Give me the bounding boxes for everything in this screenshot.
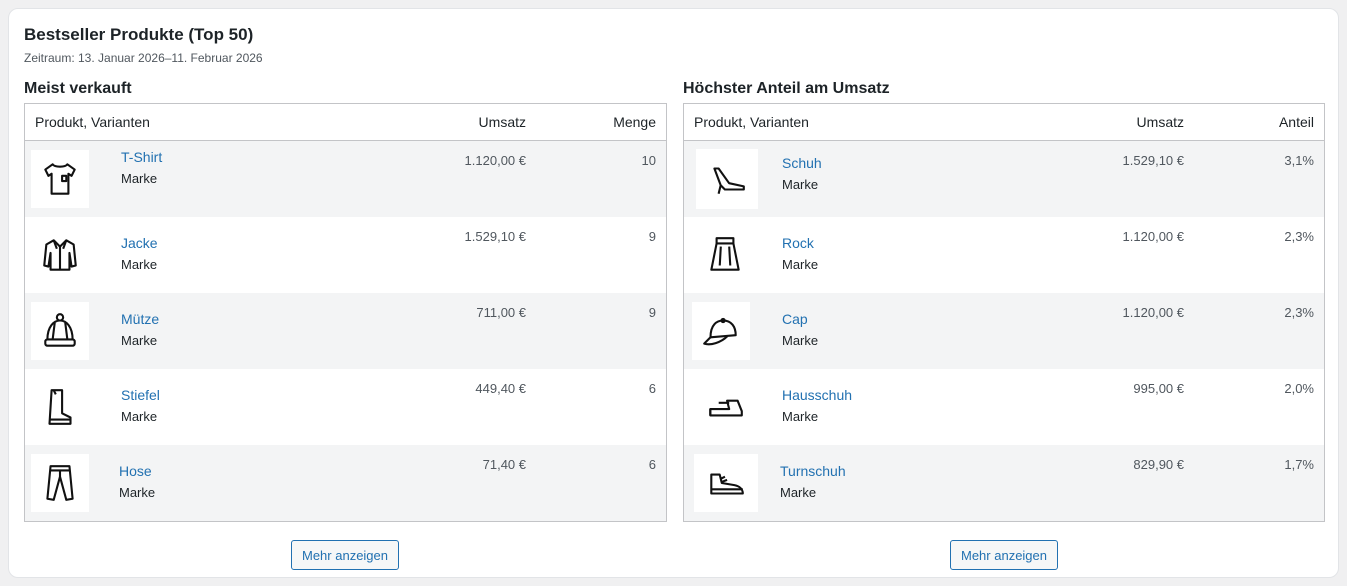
product-link[interactable]: Schuh bbox=[782, 155, 822, 171]
product-link[interactable]: Jacke bbox=[121, 235, 158, 251]
table-row: T-Shirt Marke 1.120,00 € 10 bbox=[25, 141, 666, 217]
share-value: 2,3% bbox=[1284, 305, 1314, 320]
share-value: 2,3% bbox=[1284, 229, 1314, 244]
cap-icon[interactable] bbox=[692, 302, 750, 360]
quantity-value: 10 bbox=[641, 153, 656, 168]
product-link[interactable]: T-Shirt bbox=[121, 149, 162, 165]
product-link[interactable]: Hose bbox=[119, 463, 155, 479]
beanie-icon[interactable] bbox=[31, 302, 89, 360]
table-row: Rock Marke 1.120,00 € 2,3% bbox=[684, 217, 1324, 293]
revenue-value: 71,40 € bbox=[482, 457, 526, 472]
date-range: Zeitraum: 13. Januar 2026–11. Februar 20… bbox=[24, 51, 263, 65]
revenue-value: 449,40 € bbox=[475, 381, 526, 396]
product-brand: Marke bbox=[121, 171, 158, 186]
share-value: 2,0% bbox=[1284, 381, 1314, 396]
product-brand: Marke bbox=[121, 409, 158, 424]
product-link[interactable]: Mütze bbox=[121, 311, 159, 327]
bestseller-card: Bestseller Produkte (Top 50) Zeitraum: 1… bbox=[8, 8, 1339, 578]
table-row: Turnschuh Marke 829,90 € 1,7% bbox=[684, 445, 1324, 521]
most-sold-table: Produkt, Varianten Umsatz Menge T-Shirt … bbox=[24, 103, 667, 522]
header-product: Produkt, Varianten bbox=[694, 114, 809, 130]
revenue-value: 1.120,00 € bbox=[464, 153, 526, 168]
revenue-share-table: Produkt, Varianten Umsatz Anteil Schuh M… bbox=[683, 103, 1325, 522]
table-header: Produkt, Varianten Umsatz Menge bbox=[25, 104, 666, 141]
revenue-value: 1.120,00 € bbox=[1122, 229, 1184, 244]
jacket-icon[interactable] bbox=[31, 226, 89, 284]
tshirt-icon[interactable] bbox=[31, 150, 89, 208]
table-row: Cap Marke 1.120,00 € 2,3% bbox=[684, 293, 1324, 369]
card-title: Bestseller Produkte (Top 50) bbox=[24, 25, 254, 44]
table-row: Mütze Marke 711,00 € 9 bbox=[25, 293, 666, 369]
header-quantity: Menge bbox=[613, 114, 656, 130]
pants-icon[interactable] bbox=[31, 454, 89, 512]
quantity-value: 9 bbox=[648, 305, 656, 320]
share-value: 3,1% bbox=[1284, 153, 1314, 168]
quantity-value: 6 bbox=[648, 381, 656, 396]
table-row: Hose Marke 71,40 € 6 bbox=[25, 445, 666, 521]
product-brand: Marke bbox=[782, 177, 819, 192]
skirt-icon[interactable] bbox=[696, 226, 754, 284]
panel-title: Höchster Anteil am Umsatz bbox=[683, 80, 890, 97]
header-share: Anteil bbox=[1278, 114, 1314, 130]
product-link[interactable]: Rock bbox=[782, 235, 818, 251]
product-brand: Marke bbox=[780, 485, 817, 500]
boot-icon[interactable] bbox=[31, 378, 89, 436]
product-link[interactable]: Cap bbox=[782, 311, 818, 327]
header-product: Produkt, Varianten bbox=[35, 114, 150, 130]
revenue-value: 829,90 € bbox=[1133, 457, 1184, 472]
quantity-value: 6 bbox=[648, 457, 656, 472]
most-sold-panel: Meist verkauft Produkt, Varianten Umsatz… bbox=[24, 79, 667, 570]
table-header: Produkt, Varianten Umsatz Anteil bbox=[684, 104, 1324, 141]
show-more-button[interactable]: Mehr anzeigen bbox=[291, 540, 399, 570]
sneaker-icon[interactable] bbox=[694, 454, 758, 512]
share-value: 1,7% bbox=[1284, 457, 1314, 472]
revenue-share-panel: Höchster Anteil am Umsatz Produkt, Varia… bbox=[683, 79, 1325, 570]
table-row: Stiefel Marke 449,40 € 6 bbox=[25, 369, 666, 445]
table-row: Schuh Marke 1.529,10 € 3,1% bbox=[684, 141, 1324, 217]
product-brand: Marke bbox=[782, 409, 819, 424]
panel-title: Meist verkauft bbox=[24, 80, 132, 97]
product-link[interactable]: Turnschuh bbox=[780, 463, 846, 479]
revenue-value: 1.120,00 € bbox=[1122, 305, 1184, 320]
header-revenue: Umsatz bbox=[478, 114, 526, 130]
revenue-value: 1.529,10 € bbox=[1122, 153, 1184, 168]
product-brand: Marke bbox=[782, 333, 819, 348]
table-row: Hausschuh Marke 995,00 € 2,0% bbox=[684, 369, 1324, 445]
quantity-value: 9 bbox=[648, 229, 656, 244]
product-link[interactable]: Hausschuh bbox=[782, 387, 852, 403]
high-heel-icon[interactable] bbox=[696, 149, 758, 209]
product-brand: Marke bbox=[782, 257, 819, 272]
slipper-icon[interactable] bbox=[696, 378, 754, 436]
show-more-button[interactable]: Mehr anzeigen bbox=[950, 540, 1058, 570]
header-revenue: Umsatz bbox=[1136, 114, 1184, 130]
product-brand: Marke bbox=[121, 333, 158, 348]
product-brand: Marke bbox=[121, 257, 158, 272]
revenue-value: 995,00 € bbox=[1133, 381, 1184, 396]
revenue-value: 1.529,10 € bbox=[464, 229, 526, 244]
product-brand: Marke bbox=[119, 485, 156, 500]
revenue-value: 711,00 € bbox=[476, 305, 526, 320]
table-row: Jacke Marke 1.529,10 € 9 bbox=[25, 217, 666, 293]
product-link[interactable]: Stiefel bbox=[121, 387, 160, 403]
